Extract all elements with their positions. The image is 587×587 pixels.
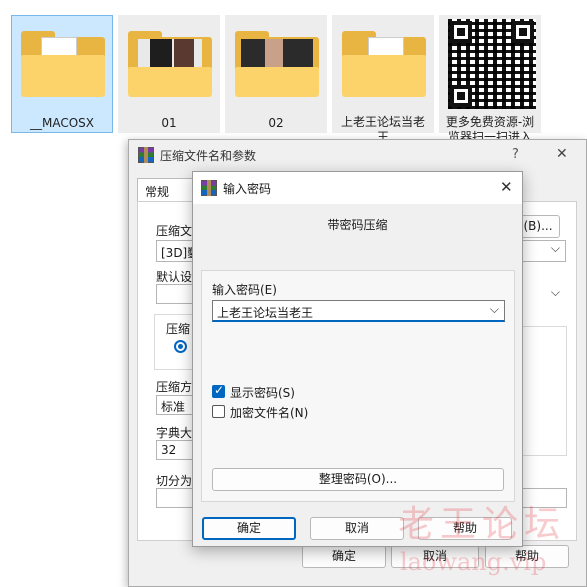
- encrypt-filenames-label[interactable]: 加密文件名(N): [230, 404, 308, 421]
- folder-tile-laowang[interactable]: 上老王论坛当老王: [332, 15, 434, 144]
- password-label: 输入密码(E): [212, 283, 277, 297]
- password-input[interactable]: 上老王论坛当老王: [212, 300, 505, 322]
- default-profile-button[interactable]: [156, 284, 196, 304]
- file-name: 01: [161, 116, 177, 130]
- encrypt-filenames-checkbox[interactable]: [212, 405, 225, 418]
- qr-code-icon: [448, 19, 536, 109]
- watermark-url: laowang.vip: [400, 548, 547, 576]
- archive-name-label: 压缩文: [156, 224, 193, 238]
- method-label: 压缩方: [156, 380, 193, 394]
- folder-tile-02[interactable]: 02: [225, 15, 327, 133]
- watermark-logo: 老王论坛: [398, 504, 567, 545]
- file-name: __MACOSX: [29, 116, 94, 130]
- default-profile-label: 默认设: [156, 270, 193, 284]
- help-icon[interactable]: ?: [512, 147, 519, 162]
- split-input[interactable]: [156, 488, 196, 508]
- tab-general[interactable]: 常规: [137, 178, 197, 202]
- dialog-title: 输入密码: [223, 182, 272, 196]
- file-name: 02: [268, 116, 284, 130]
- organize-passwords-button[interactable]: 整理密码(O)...: [212, 468, 504, 491]
- dialog-subtitle: 带密码压缩: [327, 218, 388, 232]
- winrar-icon: [201, 180, 217, 196]
- archive-ok-button[interactable]: 确定: [302, 545, 386, 568]
- split-label: 切分为: [156, 474, 193, 488]
- dialog-title: 压缩文件名和参数: [160, 149, 257, 163]
- format-radio-rar[interactable]: [174, 340, 187, 353]
- dictionary-select[interactable]: 32: [156, 440, 196, 460]
- dialog-titlebar: 输入密码 ✕: [193, 172, 522, 204]
- folder-tile-01[interactable]: 01: [118, 15, 220, 133]
- archive-name-dropdown[interactable]: [543, 240, 565, 262]
- dictionary-label: 字典大: [156, 426, 193, 440]
- password-group: 输入密码(E) 上老王论坛当老王 显示密码(S) 加密文件名(N) 整理密码(O…: [201, 270, 515, 502]
- folder-icon: [342, 27, 426, 97]
- method-select[interactable]: 标准: [156, 395, 196, 415]
- folder-icon: [235, 27, 319, 97]
- image-tile-qr[interactable]: 更多免费资源-浏览器扫一扫进入: [439, 15, 541, 144]
- folder-icon: [21, 27, 105, 97]
- folder-icon: [128, 27, 212, 97]
- winrar-icon: [138, 147, 154, 163]
- format-label: 压缩: [166, 322, 191, 336]
- update-mode-select[interactable]: [543, 284, 565, 304]
- options-group: [523, 326, 567, 456]
- password-dialog: 输入密码 ✕ 带密码压缩 输入密码(E) 上老王论坛当老王 显示密码(S) 加密…: [192, 171, 523, 547]
- folder-tile-macosx[interactable]: __MACOSX: [11, 15, 113, 133]
- password-ok-button[interactable]: 确定: [202, 517, 296, 540]
- password-cancel-button[interactable]: 取消: [310, 517, 404, 540]
- show-password-label[interactable]: 显示密码(S): [230, 384, 295, 401]
- close-icon[interactable]: ✕: [556, 146, 568, 162]
- close-icon[interactable]: ✕: [500, 178, 513, 196]
- show-password-checkbox[interactable]: [212, 383, 225, 398]
